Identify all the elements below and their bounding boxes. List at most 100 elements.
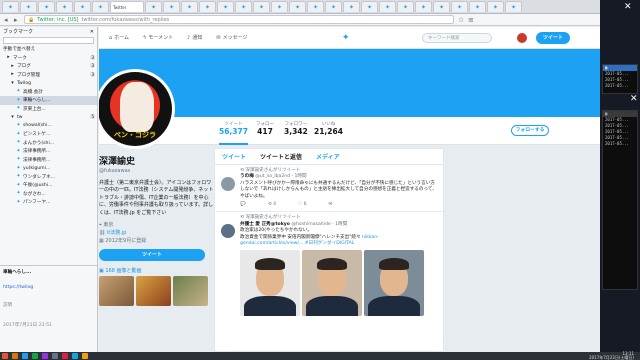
- bookmark-item[interactable]: ✦ パンフーヤ...: [0, 198, 97, 207]
- profile-name[interactable]: 深澤諭史: [99, 154, 214, 167]
- browser-tab[interactable]: ✦: [92, 1, 109, 12]
- browser-tab[interactable]: ✦: [397, 1, 414, 12]
- tweet-photo[interactable]: [240, 250, 300, 317]
- retweet-button[interactable]: ⟲ 4: [268, 202, 276, 208]
- browser-tab[interactable]: ✦: [361, 1, 378, 12]
- tweet-avatar[interactable]: [221, 177, 235, 191]
- stat-followers[interactable]: フォロワー 3,342: [284, 121, 308, 136]
- app-icon[interactable]: [72, 353, 78, 359]
- terminal-window[interactable]: ▣ 2017-05... 2017-05... 2017-05...: [602, 64, 638, 94]
- bookmark-item[interactable]: ✦ ながさわ...: [0, 190, 97, 199]
- address-bar[interactable]: 🔒 Twitter, Inc. [US] twitter.com/fukazaw…: [24, 15, 454, 24]
- tab-tweets[interactable]: ツイート: [222, 152, 246, 161]
- bookmark-folder[interactable]: ▾ Twilog: [0, 79, 97, 88]
- terminal-window[interactable]: ▣ 2017-05... 2017-05... 2017-05... 2017-…: [602, 110, 638, 290]
- bookmark-folder[interactable]: ▸ ブログ 3: [0, 62, 97, 71]
- star-icon[interactable]: ☆: [458, 16, 464, 24]
- browser-tab[interactable]: ✦: [74, 1, 91, 12]
- browser-tab[interactable]: ✦: [451, 1, 468, 12]
- nav-messages[interactable]: ✉ メッセージ: [216, 34, 247, 42]
- app-launcher-icon[interactable]: [2, 353, 8, 359]
- tweet[interactable]: ⟲ 深澤諭史さんがリツイート うの梅 @ut_so_lba2nd · 1時間 ハ…: [215, 165, 443, 213]
- browser-tab[interactable]: ✦: [2, 1, 19, 12]
- app-icon[interactable]: [12, 353, 18, 359]
- tab-media[interactable]: メディア: [316, 152, 340, 161]
- app-icon[interactable]: [62, 353, 68, 359]
- bookmark-item[interactable]: ✦ 高橋.会計: [0, 88, 97, 97]
- follow-button[interactable]: フォローする: [511, 125, 549, 136]
- tweet-photo[interactable]: [364, 250, 424, 317]
- browser-tab[interactable]: ✦: [181, 1, 198, 12]
- menu-icon[interactable]: ≡: [468, 16, 474, 24]
- media-thumbnail[interactable]: [136, 276, 171, 307]
- bookmark-item[interactable]: ✦ ピンストゲ...: [0, 130, 97, 139]
- clock[interactable]: 13:11 2017年7月22日(土曜日): [589, 352, 634, 360]
- bookmark-item[interactable]: ✦ yu(kigumi...: [0, 164, 97, 173]
- back-arrow-icon[interactable]: ◂: [4, 16, 10, 24]
- media-link[interactable]: ▣ 168 画像と動画: [99, 267, 214, 274]
- like-button[interactable]: ♡ 6: [298, 202, 307, 208]
- stat-tweets[interactable]: ツイート 56,377: [219, 121, 248, 145]
- browser-tab[interactable]: ✦: [433, 1, 450, 12]
- browser-tab-active[interactable]: Twitter: [110, 1, 144, 12]
- bookmark-item[interactable]: ✦ 京東上台...: [0, 105, 97, 114]
- bookmark-item[interactable]: ✦ 法律事務所...: [0, 156, 97, 165]
- browser-tab[interactable]: ✦: [145, 1, 162, 12]
- dm-button[interactable]: ✉: [329, 202, 333, 208]
- browser-tab[interactable]: ✦: [217, 1, 234, 12]
- tab-tweets-and-replies[interactable]: ツイートと返信: [260, 152, 302, 161]
- app-icon[interactable]: [22, 353, 28, 359]
- media-thumbnail[interactable]: [173, 276, 208, 307]
- browser-tab[interactable]: ✦: [163, 1, 180, 12]
- browser-tab[interactable]: ✦: [271, 1, 288, 12]
- bookmark-item[interactable]: ✦ 午後(@ushi...: [0, 181, 97, 190]
- close-icon[interactable]: ✕: [90, 29, 94, 35]
- reply-button[interactable]: 💬: [240, 202, 246, 208]
- browser-tab[interactable]: ✦: [469, 1, 486, 12]
- account-avatar[interactable]: [517, 33, 527, 43]
- bookmark-folder[interactable]: ▸ ブログ管理 3: [0, 71, 97, 80]
- tweet-author-name[interactable]: うの梅: [240, 174, 254, 179]
- tweet-photo[interactable]: [302, 250, 362, 317]
- app-icon[interactable]: [82, 353, 88, 359]
- forward-arrow-icon[interactable]: ▸: [14, 16, 20, 24]
- bookmark-search-input[interactable]: [3, 37, 94, 44]
- bookmark-folder[interactable]: ▸ マーク 3: [0, 54, 97, 63]
- tweet-to-button[interactable]: ツイート: [99, 249, 205, 262]
- browser-tab[interactable]: ✦: [20, 1, 37, 12]
- stat-following[interactable]: フォロー 417: [256, 121, 274, 136]
- browser-tab[interactable]: ✦: [379, 1, 396, 12]
- sort-menu[interactable]: 手動で並べ替え: [0, 45, 97, 54]
- nav-notifications[interactable]: ♪ 通知: [187, 34, 202, 42]
- browser-tab[interactable]: ✦: [253, 1, 270, 12]
- profile-website[interactable]: ⛓ it法務.jp: [99, 229, 214, 237]
- nav-home[interactable]: ⌂ ホーム: [109, 34, 129, 42]
- browser-tab[interactable]: ✦: [56, 1, 73, 12]
- bookmark-folder[interactable]: ▾ tw 5: [0, 113, 97, 122]
- tweet-avatar[interactable]: [221, 224, 235, 239]
- app-icon[interactable]: [32, 353, 38, 359]
- browser-tab[interactable]: ✦: [325, 1, 342, 12]
- stat-likes[interactable]: いいね 21,264: [314, 121, 343, 136]
- browser-tab[interactable]: ✦: [505, 1, 522, 12]
- browser-tab[interactable]: ✦: [343, 1, 360, 12]
- bookmark-item[interactable]: ✦ showal(shi...: [0, 122, 97, 131]
- browser-tab[interactable]: ✦: [199, 1, 216, 12]
- browser-tab[interactable]: ✦: [307, 1, 324, 12]
- close-icon[interactable]: ✕: [624, 2, 632, 12]
- app-icon[interactable]: [52, 353, 58, 359]
- search-input[interactable]: キーワード検索: [422, 33, 492, 43]
- bookmark-item[interactable]: ✦ よんかう(shi...: [0, 139, 97, 148]
- browser-tab[interactable]: ✦: [415, 1, 432, 12]
- profile-handle[interactable]: @fukazawas: [99, 168, 214, 174]
- tweet[interactable]: ⟲ 深澤諭史さんがリツイート 弁護士 愛 正秀@tokyo @hoshimasa…: [215, 212, 443, 319]
- details-url[interactable]: https://twilog: [3, 285, 95, 290]
- twitter-bird-icon[interactable]: ✦: [342, 33, 350, 43]
- bookmark-item-selected[interactable]: ✦ 車輪へらし...: [0, 96, 97, 105]
- close-icon[interactable]: ✕: [630, 94, 638, 104]
- media-thumbnail[interactable]: [99, 276, 134, 307]
- tweet-author-name[interactable]: 弁護士 愛 正秀@tokyo: [240, 222, 290, 227]
- bookmark-item[interactable]: ✦ ワンダレプネ...: [0, 173, 97, 182]
- compose-tweet-button[interactable]: ツイート: [536, 32, 570, 44]
- browser-tab[interactable]: ✦: [235, 1, 252, 12]
